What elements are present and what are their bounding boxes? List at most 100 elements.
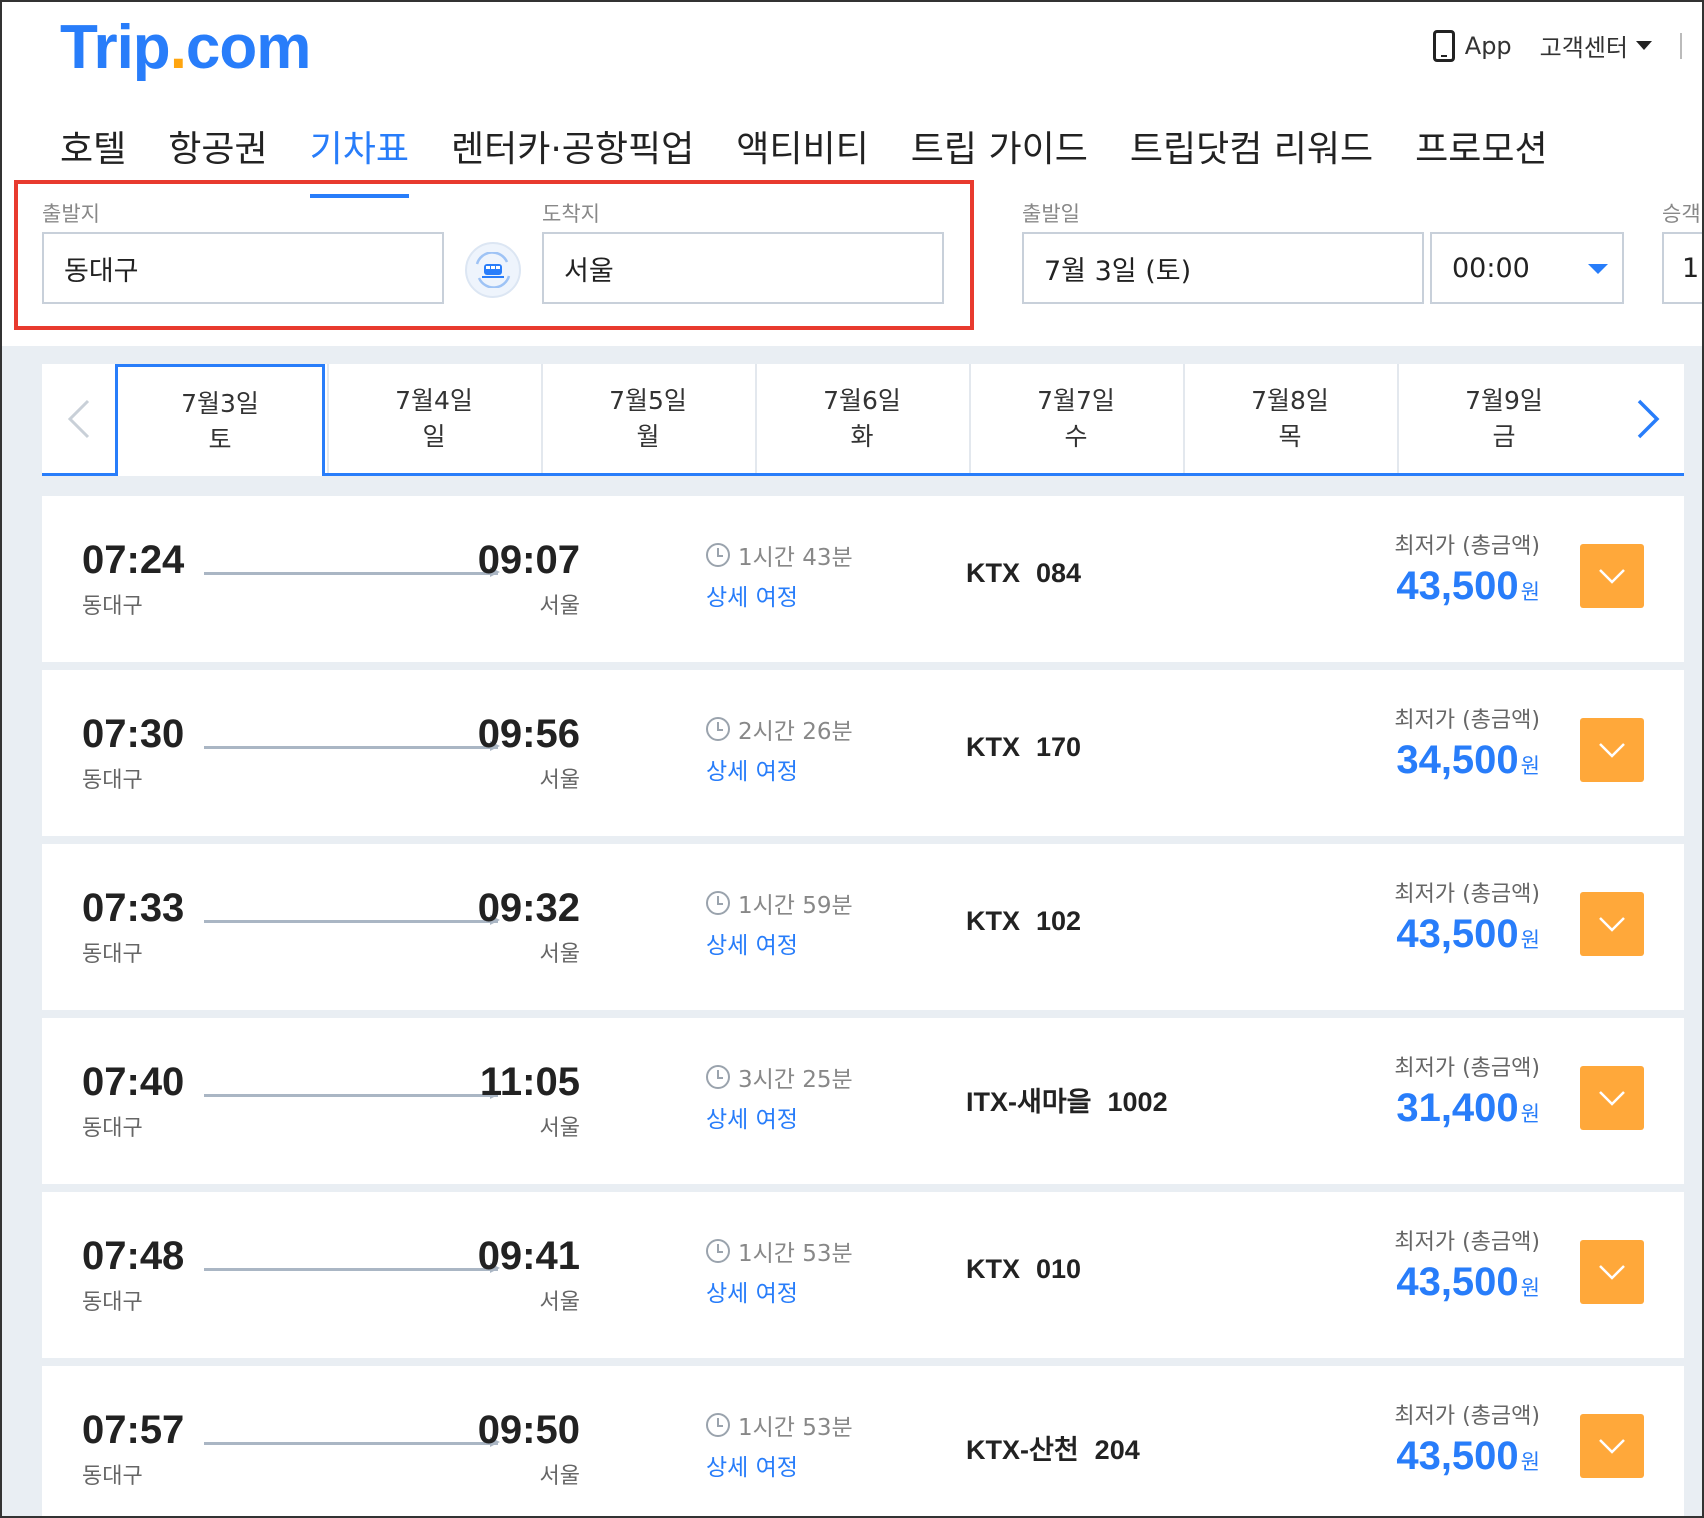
next-date-button[interactable] [1611,364,1684,473]
date-tab[interactable]: 7월6일 화 [757,364,967,473]
app-label: App [1464,31,1512,60]
train-info: KTX-산천 204 [966,1428,1140,1467]
date-tab[interactable]: 7월9일 금 [1399,364,1609,473]
price-value: 34,500 [1396,738,1519,782]
departure-station: 동대구 [82,942,143,967]
chevron-right-icon [1637,399,1659,438]
price-value: 43,500 [1396,1260,1519,1304]
date-tab-day: 목 [1278,421,1302,451]
expand-button[interactable] [1580,718,1644,782]
prev-date-button[interactable] [42,364,115,473]
train-info: KTX 010 [966,1254,1081,1285]
arrival-station: 서울 [539,1464,580,1489]
date-tab-day: 수 [1064,421,1088,451]
destination-input[interactable]: 서울 [542,232,944,304]
itinerary-detail-link[interactable]: 상세 여정 [706,1100,798,1134]
passengers-input[interactable]: 1 [1662,232,1702,304]
price-value: 43,500 [1396,1434,1519,1478]
chevron-down-icon [1599,743,1625,758]
price: 34,500원 [1396,738,1540,783]
train-result-row[interactable]: 07:40 동대구 11:05 서울 3시간 25분 상세 여정 ITX-새마을 1002 최저… [42,1018,1684,1184]
customer-center-dropdown[interactable]: 고객센터 [1540,28,1652,63]
clock-icon [706,543,730,567]
arrival-station: 서울 [539,1116,580,1141]
nav-item[interactable]: 프로모션 [1415,120,1547,198]
departure-time: 07:24 [82,538,185,582]
date-tab-date: 7월5일 [609,385,687,415]
caret-down-icon [1588,264,1608,274]
expand-button[interactable] [1580,892,1644,956]
header-utilities: App 고객센터 [1432,28,1682,63]
duration: 1시간 59분 [706,886,853,920]
date-tab[interactable]: 7월3일 토 [115,364,325,476]
swap-stations-button[interactable] [465,242,521,298]
train-info: KTX 084 [966,558,1081,589]
expand-button[interactable] [1580,1240,1644,1304]
date-tab-day: 일 [422,421,446,451]
trip-logo[interactable]: Trip.com [60,12,311,83]
duration: 2시간 26분 [706,712,853,746]
date-tab[interactable]: 7월8일 목 [1185,364,1395,473]
departure-station: 동대구 [82,768,143,793]
time-value: 00:00 [1452,252,1530,284]
train-type: KTX [966,558,1020,588]
route-arrow [204,1263,500,1273]
date-tabs: 7월3일 토 7월4일 일 7월5일 월 7월6일 화 7월7일 수 7월8일 목 7월9일 금 [115,364,1611,476]
caret-down-icon [1636,41,1652,50]
route-arrow [204,567,500,577]
date-tab[interactable]: 7월7일 수 [971,364,1181,473]
departure-time-select[interactable]: 00:00 [1430,232,1624,304]
price-label: 최저가 (총금액) [1394,1230,1540,1255]
itinerary-detail-link[interactable]: 상세 여정 [706,578,798,612]
route-arrow [204,1437,500,1447]
chevron-down-icon [1599,1091,1625,1106]
date-tab[interactable]: 7월4일 일 [329,364,539,473]
itinerary-detail-link[interactable]: 상세 여정 [706,1448,798,1482]
origin-label: 출발지 [42,202,100,226]
duration-text: 1시간 53분 [738,1415,853,1441]
currency-unit: 원 [1520,755,1540,778]
date-tab[interactable]: 7월5일 월 [543,364,753,473]
route-arrow [204,915,500,925]
train-info: ITX-새마을 1002 [966,1080,1168,1119]
date-tab-date: 7월6일 [823,385,901,415]
origin-input[interactable]: 동대구 [42,232,444,304]
expand-button[interactable] [1580,544,1644,608]
price: 43,500원 [1396,1434,1540,1479]
nav-item[interactable]: 트립닷컴 리워드 [1130,120,1373,198]
train-result-row[interactable]: 07:33 동대구 09:32 서울 1시간 59분 상세 여정 KTX 102 최저가 (총금… [42,844,1684,1010]
arrival-time: 09:56 [477,712,580,756]
train-type: ITX-새마을 [966,1087,1092,1117]
page-frame: Trip.com App 고객센터 호텔 항공권 기차표 렌터카·공항픽업 액티비티 트립… [0,0,1704,1518]
arrival-time: 09:07 [477,538,580,582]
duration: 3시간 25분 [706,1060,853,1094]
duration: 1시간 53분 [706,1408,853,1442]
departure-date-input[interactable]: 7월 3일 (토) [1022,232,1424,304]
train-result-row[interactable]: 07:57 동대구 09:50 서울 1시간 53분 상세 여정 KTX-산천 204 최저가 … [42,1366,1684,1516]
departure-time: 07:30 [82,712,185,756]
train-result-row[interactable]: 07:30 동대구 09:56 서울 2시간 26분 상세 여정 KTX 170 최저가 (총금… [42,670,1684,836]
currency-unit: 원 [1520,1103,1540,1126]
departure-station: 동대구 [82,1116,143,1141]
price: 43,500원 [1396,564,1540,609]
currency-unit: 원 [1520,1277,1540,1300]
route-arrow [204,741,500,751]
train-number: 170 [1036,732,1082,762]
train-type: KTX [966,906,1020,936]
itinerary-detail-link[interactable]: 상세 여정 [706,752,798,786]
itinerary-detail-link[interactable]: 상세 여정 [706,926,798,960]
train-info: KTX 170 [966,732,1081,763]
train-result-row[interactable]: 07:48 동대구 09:41 서울 1시간 53분 상세 여정 KTX 010 최저가 (총금… [42,1192,1684,1358]
expand-button[interactable] [1580,1414,1644,1478]
itinerary-detail-link[interactable]: 상세 여정 [706,1274,798,1308]
date-tab-day: 금 [1492,421,1516,451]
train-result-row[interactable]: 07:24 동대구 09:07 서울 1시간 43분 상세 여정 KTX 084 최저가 (총금… [42,496,1684,662]
duration-text: 1시간 43분 [738,545,853,571]
date-tab-day: 토 [208,424,232,454]
price: 43,500원 [1396,912,1540,957]
train-number: 084 [1036,558,1082,588]
app-download-link[interactable]: App [1432,29,1512,62]
expand-button[interactable] [1580,1066,1644,1130]
arrival-time: 11:05 [479,1060,580,1104]
chevron-down-icon [1599,917,1625,932]
